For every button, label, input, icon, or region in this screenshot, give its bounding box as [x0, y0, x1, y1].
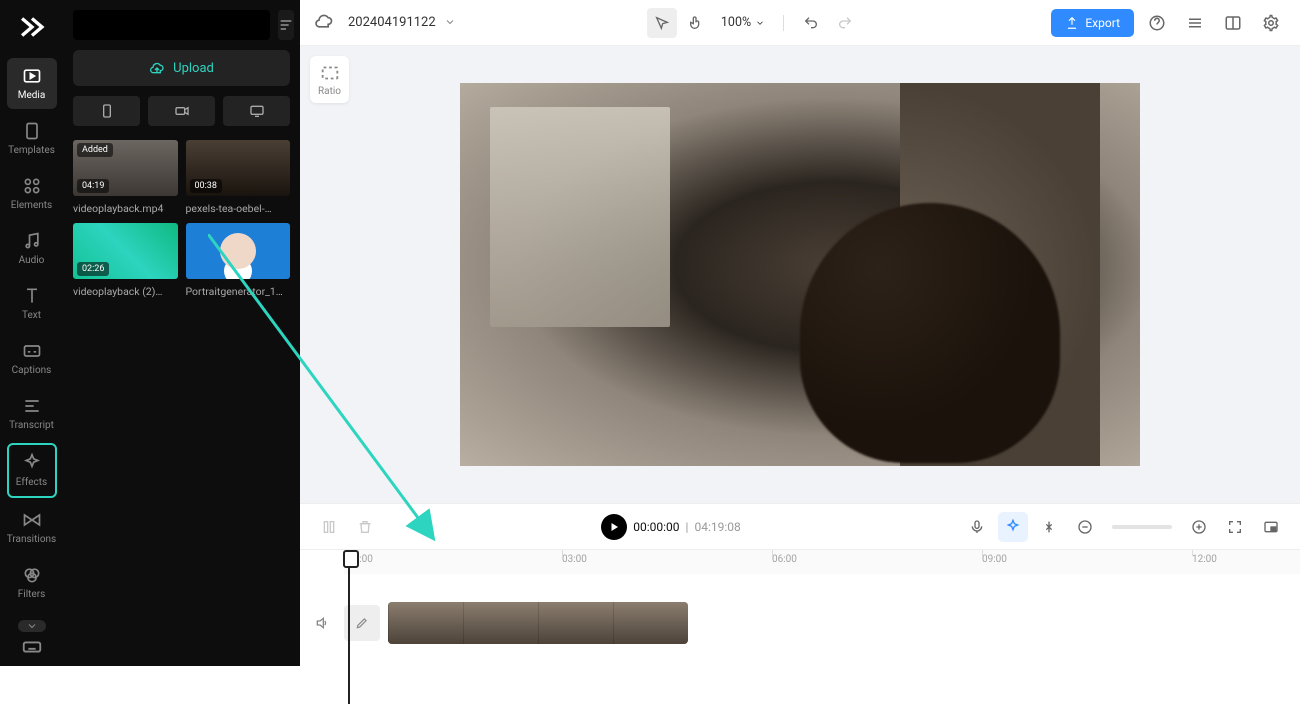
media-item[interactable]: Added 04:19 videoplayback.mp4 — [73, 140, 178, 215]
rail-captions[interactable]: Captions — [7, 333, 57, 384]
cloud-sync-icon[interactable] — [314, 11, 334, 35]
layout-button[interactable] — [1180, 8, 1210, 38]
device-desktop-button[interactable] — [223, 96, 290, 126]
device-camera-button[interactable] — [148, 96, 215, 126]
ruler-tick: 03:00 — [562, 554, 587, 565]
media-thumb: Added 04:19 — [73, 140, 178, 196]
ruler-tick: 06:00 — [772, 554, 797, 565]
rail-transcript-label: Transcript — [9, 420, 54, 431]
filter-toggle-button[interactable] — [278, 10, 294, 40]
preview-area[interactable]: Ratio — [300, 46, 1300, 503]
rail-effects-label: Effects — [16, 477, 47, 488]
preview-bg — [900, 83, 1100, 466]
rail-templates-label: Templates — [8, 145, 55, 156]
media-item[interactable]: Portraitgenerator_1… — [186, 223, 291, 298]
video-preview[interactable] — [460, 83, 1140, 466]
playhead[interactable] — [348, 554, 350, 704]
rail-audio[interactable]: Audio — [7, 223, 57, 274]
play-button[interactable] — [601, 514, 627, 540]
redo-button[interactable] — [830, 8, 860, 38]
rail-templates[interactable]: Templates — [7, 113, 57, 164]
export-label: Export — [1085, 16, 1120, 30]
search-input[interactable] — [73, 10, 270, 40]
timeline-ruler[interactable]: 00:00 03:00 06:00 09:00 12:00 — [344, 550, 1300, 574]
help-button[interactable] — [1142, 8, 1172, 38]
project-dropdown-icon[interactable] — [444, 13, 456, 32]
main-area: 202404191122 100% Export — [300, 0, 1300, 666]
separator — [783, 15, 784, 31]
app-logo[interactable] — [15, 10, 49, 44]
upload-label: Upload — [173, 61, 214, 76]
rail-text-label: Text — [22, 310, 41, 321]
duration-badge: 02:26 — [77, 262, 109, 276]
rail-media-label: Media — [18, 90, 46, 101]
panels-button[interactable] — [1218, 8, 1248, 38]
track-mute-button[interactable] — [300, 615, 344, 631]
ruler-tick: 09:00 — [982, 554, 1007, 565]
track-row — [300, 598, 1300, 648]
zoom-level[interactable]: 100% — [721, 15, 765, 30]
rail-keyboard-icon[interactable] — [21, 636, 43, 662]
zoom-in-button[interactable] — [1184, 512, 1214, 542]
time-current: 00:00:00 — [633, 520, 679, 534]
rail-transitions-label: Transitions — [7, 534, 56, 545]
ai-button[interactable] — [998, 512, 1028, 542]
media-item[interactable]: 02:26 videoplayback (2)… — [73, 223, 178, 298]
project-name[interactable]: 202404191122 — [348, 15, 436, 30]
rail-captions-label: Captions — [12, 365, 52, 376]
rail-collapse-toggle[interactable] — [18, 620, 46, 632]
media-thumb: 00:38 — [186, 140, 291, 196]
cursor-tool-button[interactable] — [647, 8, 677, 38]
pip-button[interactable] — [1256, 512, 1286, 542]
zoom-out-button[interactable] — [1070, 512, 1100, 542]
duration-badge: 00:38 — [190, 179, 222, 193]
hand-tool-button[interactable] — [681, 8, 711, 38]
settings-button[interactable] — [1256, 8, 1286, 38]
fullscreen-button[interactable] — [1220, 512, 1250, 542]
rail-audio-label: Audio — [19, 255, 45, 266]
zoom-slider[interactable] — [1112, 525, 1172, 529]
media-name: pexels-tea-oebel-… — [186, 202, 291, 215]
media-name: videoplayback.mp4 — [73, 202, 178, 215]
added-badge: Added — [77, 143, 113, 157]
rail-transcript[interactable]: Transcript — [7, 388, 57, 439]
cut-tool-button[interactable] — [1034, 512, 1064, 542]
ratio-button[interactable]: Ratio — [310, 56, 349, 103]
upload-button[interactable]: Upload — [73, 50, 290, 86]
timeline-clip[interactable] — [388, 602, 688, 644]
rail-filters-label: Filters — [18, 589, 46, 600]
split-button[interactable] — [314, 512, 344, 542]
rail-elements[interactable]: Elements — [7, 168, 57, 219]
media-panel: Upload Added 04:19 videoplayback.mp4 00:… — [63, 0, 300, 666]
transport-bar: 00:00:00 | 04:19:08 — [300, 503, 1300, 549]
media-thumb — [186, 223, 291, 279]
device-phone-button[interactable] — [73, 96, 140, 126]
rail-transitions[interactable]: Transitions — [7, 502, 57, 553]
left-rail: Media Templates Elements Audio Text Capt… — [0, 0, 63, 666]
rail-media[interactable]: Media — [7, 58, 57, 109]
time-sep: | — [686, 520, 689, 534]
media-name: videoplayback (2)… — [73, 285, 178, 298]
undo-button[interactable] — [796, 8, 826, 38]
ratio-label: Ratio — [318, 86, 341, 97]
mic-button[interactable] — [962, 512, 992, 542]
top-bar: 202404191122 100% Export — [300, 0, 1300, 46]
time-total: 04:19:08 — [694, 520, 740, 534]
zoom-value: 100% — [721, 15, 751, 30]
rail-filters[interactable]: Filters — [7, 557, 57, 608]
ruler-tick: 12:00 — [1192, 554, 1217, 565]
rail-effects[interactable]: Effects — [7, 443, 57, 498]
rail-elements-label: Elements — [11, 200, 52, 211]
delete-button[interactable] — [350, 512, 380, 542]
media-item[interactable]: 00:38 pexels-tea-oebel-… — [186, 140, 291, 215]
rail-text[interactable]: Text — [7, 278, 57, 329]
duration-badge: 04:19 — [77, 179, 109, 193]
media-thumb: 02:26 — [73, 223, 178, 279]
media-name: Portraitgenerator_1… — [186, 285, 291, 298]
export-button[interactable]: Export — [1051, 9, 1134, 37]
timeline[interactable]: 00:00 03:00 06:00 09:00 12:00 — [300, 549, 1300, 666]
